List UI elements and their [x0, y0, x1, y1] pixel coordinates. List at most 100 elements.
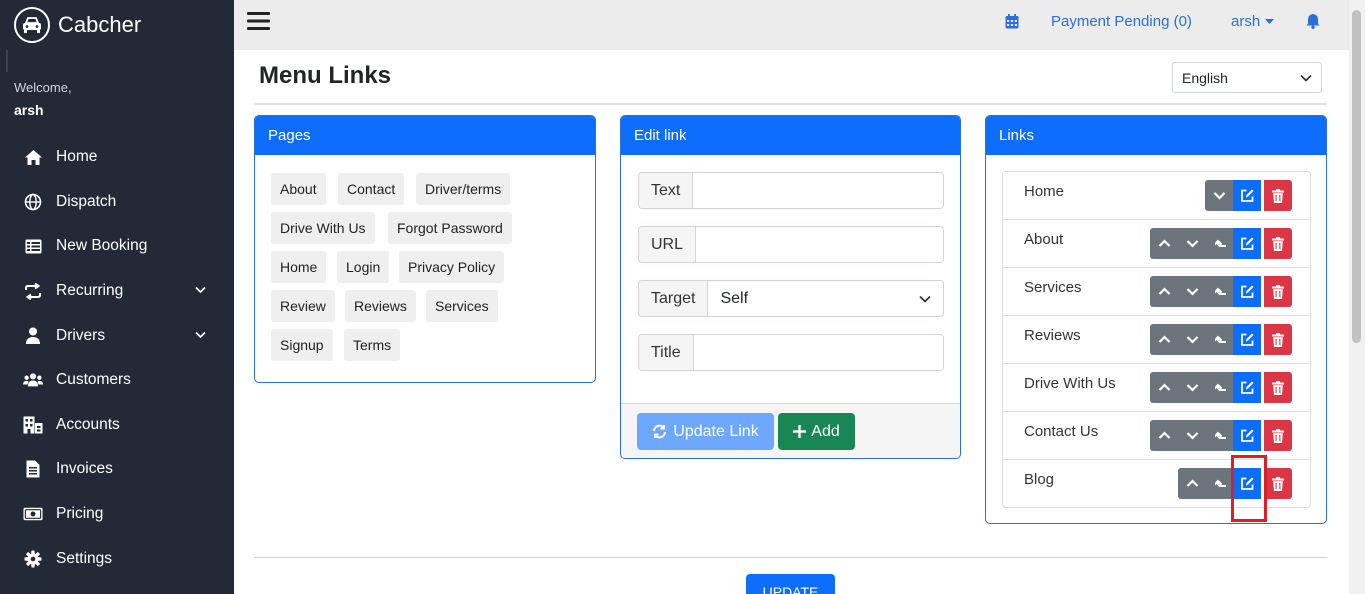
link-label: Reviews	[1024, 327, 1081, 344]
page-chip-home[interactable]: Home	[271, 251, 327, 283]
page-chip-terms[interactable]: Terms	[344, 329, 401, 361]
table-icon	[23, 236, 43, 256]
topbar: Payment Pending (0) arsh	[234, 0, 1349, 50]
make-parent-button[interactable]	[1206, 420, 1234, 451]
sidebar-item-new-booking[interactable]: New Booking	[0, 224, 234, 269]
add-link-button[interactable]: Add	[778, 413, 855, 450]
target-field-label: Target	[639, 281, 709, 316]
sidebar-item-label: Invoices	[56, 460, 113, 478]
highlight-box	[1231, 455, 1267, 522]
welcome-username: arsh	[14, 102, 44, 118]
delete-link-button[interactable]	[1264, 420, 1292, 451]
delete-link-button[interactable]	[1264, 468, 1292, 499]
link-label: Drive With Us	[1024, 375, 1116, 392]
sidebar-item-recurring[interactable]: Recurring	[0, 269, 234, 314]
move-up-button[interactable]	[1150, 372, 1178, 403]
move-up-button[interactable]	[1150, 324, 1178, 355]
building-icon	[23, 415, 43, 435]
url-field-group: URL	[638, 226, 944, 263]
delete-link-button[interactable]	[1264, 180, 1292, 211]
move-up-button[interactable]	[1150, 276, 1178, 307]
target-select[interactable]: Self	[708, 281, 943, 316]
link-label: Services	[1024, 279, 1082, 296]
edit-link-button[interactable]	[1233, 228, 1261, 259]
edit-link-button[interactable]	[1233, 420, 1261, 451]
link-row-services: Services	[1003, 268, 1310, 316]
page-chip-drive-with-us[interactable]: Drive With Us	[271, 212, 375, 244]
sidebar-item-accounts[interactable]: Accounts	[0, 403, 234, 448]
text-field-group: Text	[638, 172, 944, 209]
move-down-button[interactable]	[1178, 324, 1206, 355]
users-icon	[23, 370, 43, 390]
sidebar-item-invoices[interactable]: Invoices	[0, 447, 234, 492]
sidebar-item-settings[interactable]: Settings	[0, 536, 234, 581]
edit-link-button[interactable]	[1233, 276, 1261, 307]
title-field[interactable]	[693, 335, 943, 370]
link-row-reviews: Reviews	[1003, 316, 1310, 364]
sidebar-item-pricing[interactable]: Pricing	[0, 492, 234, 537]
move-down-button[interactable]	[1178, 276, 1206, 307]
scrollbar-thumb[interactable]	[1352, 10, 1361, 343]
move-down-button[interactable]	[1178, 228, 1206, 259]
page-chip-review[interactable]: Review	[271, 290, 335, 322]
link-row-home: Home	[1003, 172, 1310, 220]
page-chip-contact[interactable]: Contact	[338, 173, 405, 205]
bell-icon[interactable]	[1306, 13, 1320, 29]
edit-link-button[interactable]	[1233, 180, 1261, 211]
move-up-button[interactable]	[1178, 468, 1206, 499]
sidebar-item-home[interactable]: Home	[0, 135, 234, 180]
url-field[interactable]	[696, 227, 943, 262]
page-chip-driver-terms[interactable]: Driver/terms	[416, 173, 511, 205]
move-down-button[interactable]	[1178, 372, 1206, 403]
delete-link-button[interactable]	[1264, 324, 1292, 355]
payment-pending-link[interactable]: Payment Pending (0)	[1051, 13, 1192, 30]
make-parent-button[interactable]	[1206, 372, 1234, 403]
sidebar-item-label: Pricing	[56, 505, 104, 523]
text-field[interactable]	[693, 173, 943, 208]
sidebar-item-label: Recurring	[56, 282, 124, 300]
sidebar-item-drivers[interactable]: Drivers	[0, 313, 234, 358]
sidebar-item-customers[interactable]: Customers	[0, 358, 234, 403]
make-parent-button[interactable]	[1206, 324, 1234, 355]
delete-link-button[interactable]	[1264, 372, 1292, 403]
link-row-about: About	[1003, 220, 1310, 268]
chevron-down-icon	[195, 286, 206, 294]
page-chip-login[interactable]: Login	[337, 251, 390, 283]
delete-link-button[interactable]	[1264, 276, 1292, 307]
language-select[interactable]: English	[1172, 62, 1322, 93]
sidebar-item-dispatch[interactable]: Dispatch	[0, 180, 234, 225]
update-menu-button[interactable]: UPDATE	[746, 574, 835, 594]
page-chip-signup[interactable]: Signup	[271, 329, 333, 361]
make-parent-button[interactable]	[1206, 276, 1234, 307]
sidebar-item-label: Drivers	[56, 326, 106, 344]
edit-link-button[interactable]	[1233, 372, 1261, 403]
link-row-contact-us: Contact Us	[1003, 412, 1310, 460]
brand[interactable]: Cabcher	[14, 6, 141, 44]
car-logo-icon	[14, 7, 50, 43]
sidebar-item-label: Settings	[56, 549, 113, 567]
move-up-button[interactable]	[1150, 228, 1178, 259]
text-field-label: Text	[639, 173, 694, 208]
page-chip-about[interactable]: About	[271, 173, 326, 205]
move-up-button[interactable]	[1150, 420, 1178, 451]
divider	[254, 557, 1327, 558]
page-chip-services[interactable]: Services	[426, 290, 498, 322]
make-parent-button[interactable]	[1206, 228, 1234, 259]
delete-link-button[interactable]	[1264, 228, 1292, 259]
edit-link-button[interactable]	[1233, 324, 1261, 355]
link-row-drive-with-us: Drive With Us	[1003, 364, 1310, 412]
edit-link-card: Edit link Text URL Target Self Title Upd…	[620, 115, 961, 459]
calendar-icon[interactable]	[1005, 14, 1019, 29]
links-card-title: Links	[986, 116, 1326, 155]
page-chip-forgot-password[interactable]: Forgot Password	[388, 212, 512, 244]
move-down-button[interactable]	[1178, 420, 1206, 451]
make-parent-button[interactable]	[1206, 468, 1234, 499]
hamburger-menu-icon[interactable]	[247, 11, 270, 31]
update-link-button[interactable]: Update Link	[637, 413, 774, 450]
page-chip-reviews[interactable]: Reviews	[345, 290, 416, 322]
target-select-value: Self	[720, 289, 749, 307]
sidebar-nav: Home Dispatch New Booking Recurring Driv…	[0, 135, 234, 581]
page-chip-privacy-policy[interactable]: Privacy Policy	[399, 251, 505, 283]
user-dropdown[interactable]: arsh	[1231, 13, 1275, 30]
move-down-button[interactable]	[1205, 180, 1233, 211]
